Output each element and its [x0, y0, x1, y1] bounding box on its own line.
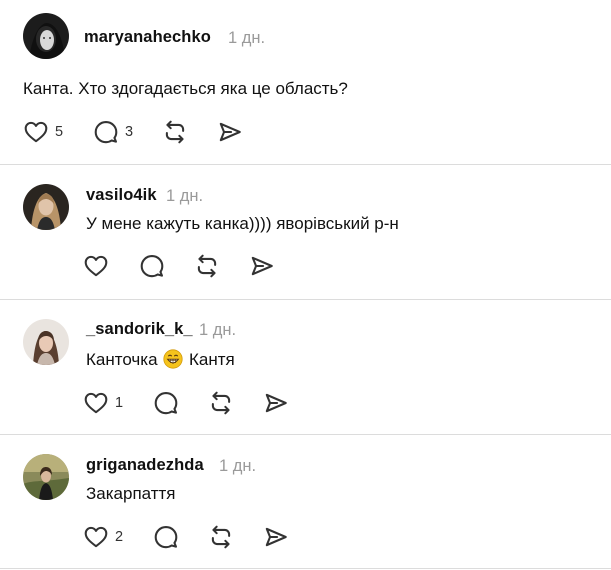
- like-count: 5: [55, 124, 64, 140]
- post: _sandorik_k_ 1 дн. Канточка Кантя 1: [0, 300, 611, 434]
- reply-button[interactable]: [139, 252, 165, 280]
- timestamp[interactable]: 1 дн.: [228, 29, 265, 48]
- reply-button[interactable]: 3: [93, 118, 133, 146]
- avatar-image: [23, 319, 69, 365]
- send-icon: [219, 122, 241, 142]
- repost-button[interactable]: [194, 252, 220, 280]
- timestamp[interactable]: 1 дн.: [166, 187, 203, 206]
- reply-count: 3: [125, 124, 134, 140]
- repost-button[interactable]: [208, 389, 234, 417]
- reply-button[interactable]: [153, 523, 179, 551]
- repost-icon: [211, 525, 231, 549]
- share-button[interactable]: [249, 252, 275, 280]
- share-button[interactable]: [217, 118, 243, 146]
- repost-button[interactable]: [162, 118, 188, 146]
- avatar[interactable]: [23, 454, 69, 500]
- username[interactable]: maryanahechko: [84, 28, 211, 47]
- like-button[interactable]: [83, 252, 109, 280]
- post: maryanahechko 1 дн. Канта. Хто здогадаєт…: [0, 0, 611, 164]
- post-text-part: Кантя: [189, 350, 235, 369]
- repost-button[interactable]: [208, 523, 234, 551]
- divider: [0, 568, 611, 569]
- post-text: У мене кажуть канка)))) яворівський р-н: [86, 214, 399, 233]
- heart-icon: [84, 255, 108, 277]
- avatar-image: [23, 184, 69, 230]
- post: vasilo4ik 1 дн. У мене кажуть канка)))) …: [0, 165, 611, 299]
- repost-icon: [211, 391, 231, 415]
- comment-icon: [140, 255, 164, 278]
- thread-feed: maryanahechko 1 дн. Канта. Хто здогадаєт…: [0, 0, 611, 570]
- send-icon: [251, 256, 273, 276]
- timestamp[interactable]: 1 дн.: [199, 321, 236, 340]
- heart-icon: [84, 526, 108, 548]
- timestamp[interactable]: 1 дн.: [219, 457, 256, 476]
- username[interactable]: vasilo4ik: [86, 186, 157, 205]
- post-text: Канточка Кантя: [86, 349, 235, 370]
- send-icon: [265, 527, 287, 547]
- share-button[interactable]: [263, 523, 289, 551]
- comment-icon: [94, 121, 118, 144]
- comment-icon: [154, 392, 178, 415]
- avatar[interactable]: [23, 184, 69, 230]
- avatar[interactable]: [23, 13, 69, 59]
- like-button[interactable]: 1: [83, 389, 123, 417]
- like-count: 2: [115, 529, 124, 545]
- like-button[interactable]: 2: [83, 523, 123, 551]
- like-count: 1: [115, 395, 124, 411]
- reply-button[interactable]: [153, 389, 179, 417]
- repost-icon: [197, 254, 217, 278]
- repost-icon: [165, 120, 185, 144]
- post-text: Закарпаття: [86, 484, 176, 503]
- avatar-image: [23, 454, 69, 500]
- send-icon: [265, 393, 287, 413]
- heart-icon: [84, 392, 108, 414]
- post-text: Канта. Хто здогадається яка це область?: [23, 79, 348, 98]
- share-button[interactable]: [263, 389, 289, 417]
- avatar[interactable]: [23, 319, 69, 365]
- heart-icon: [24, 121, 48, 143]
- username[interactable]: griganadezhda: [86, 456, 204, 475]
- comment-icon: [154, 526, 178, 549]
- post: griganadezhda 1 дн. Закарпаття 2: [0, 435, 611, 570]
- post-text-part: Канточка: [86, 350, 158, 369]
- avatar-image: [23, 13, 69, 59]
- like-button[interactable]: 5: [23, 118, 63, 146]
- grinning-face-emoji: [163, 349, 183, 369]
- username[interactable]: _sandorik_k_: [86, 320, 193, 339]
